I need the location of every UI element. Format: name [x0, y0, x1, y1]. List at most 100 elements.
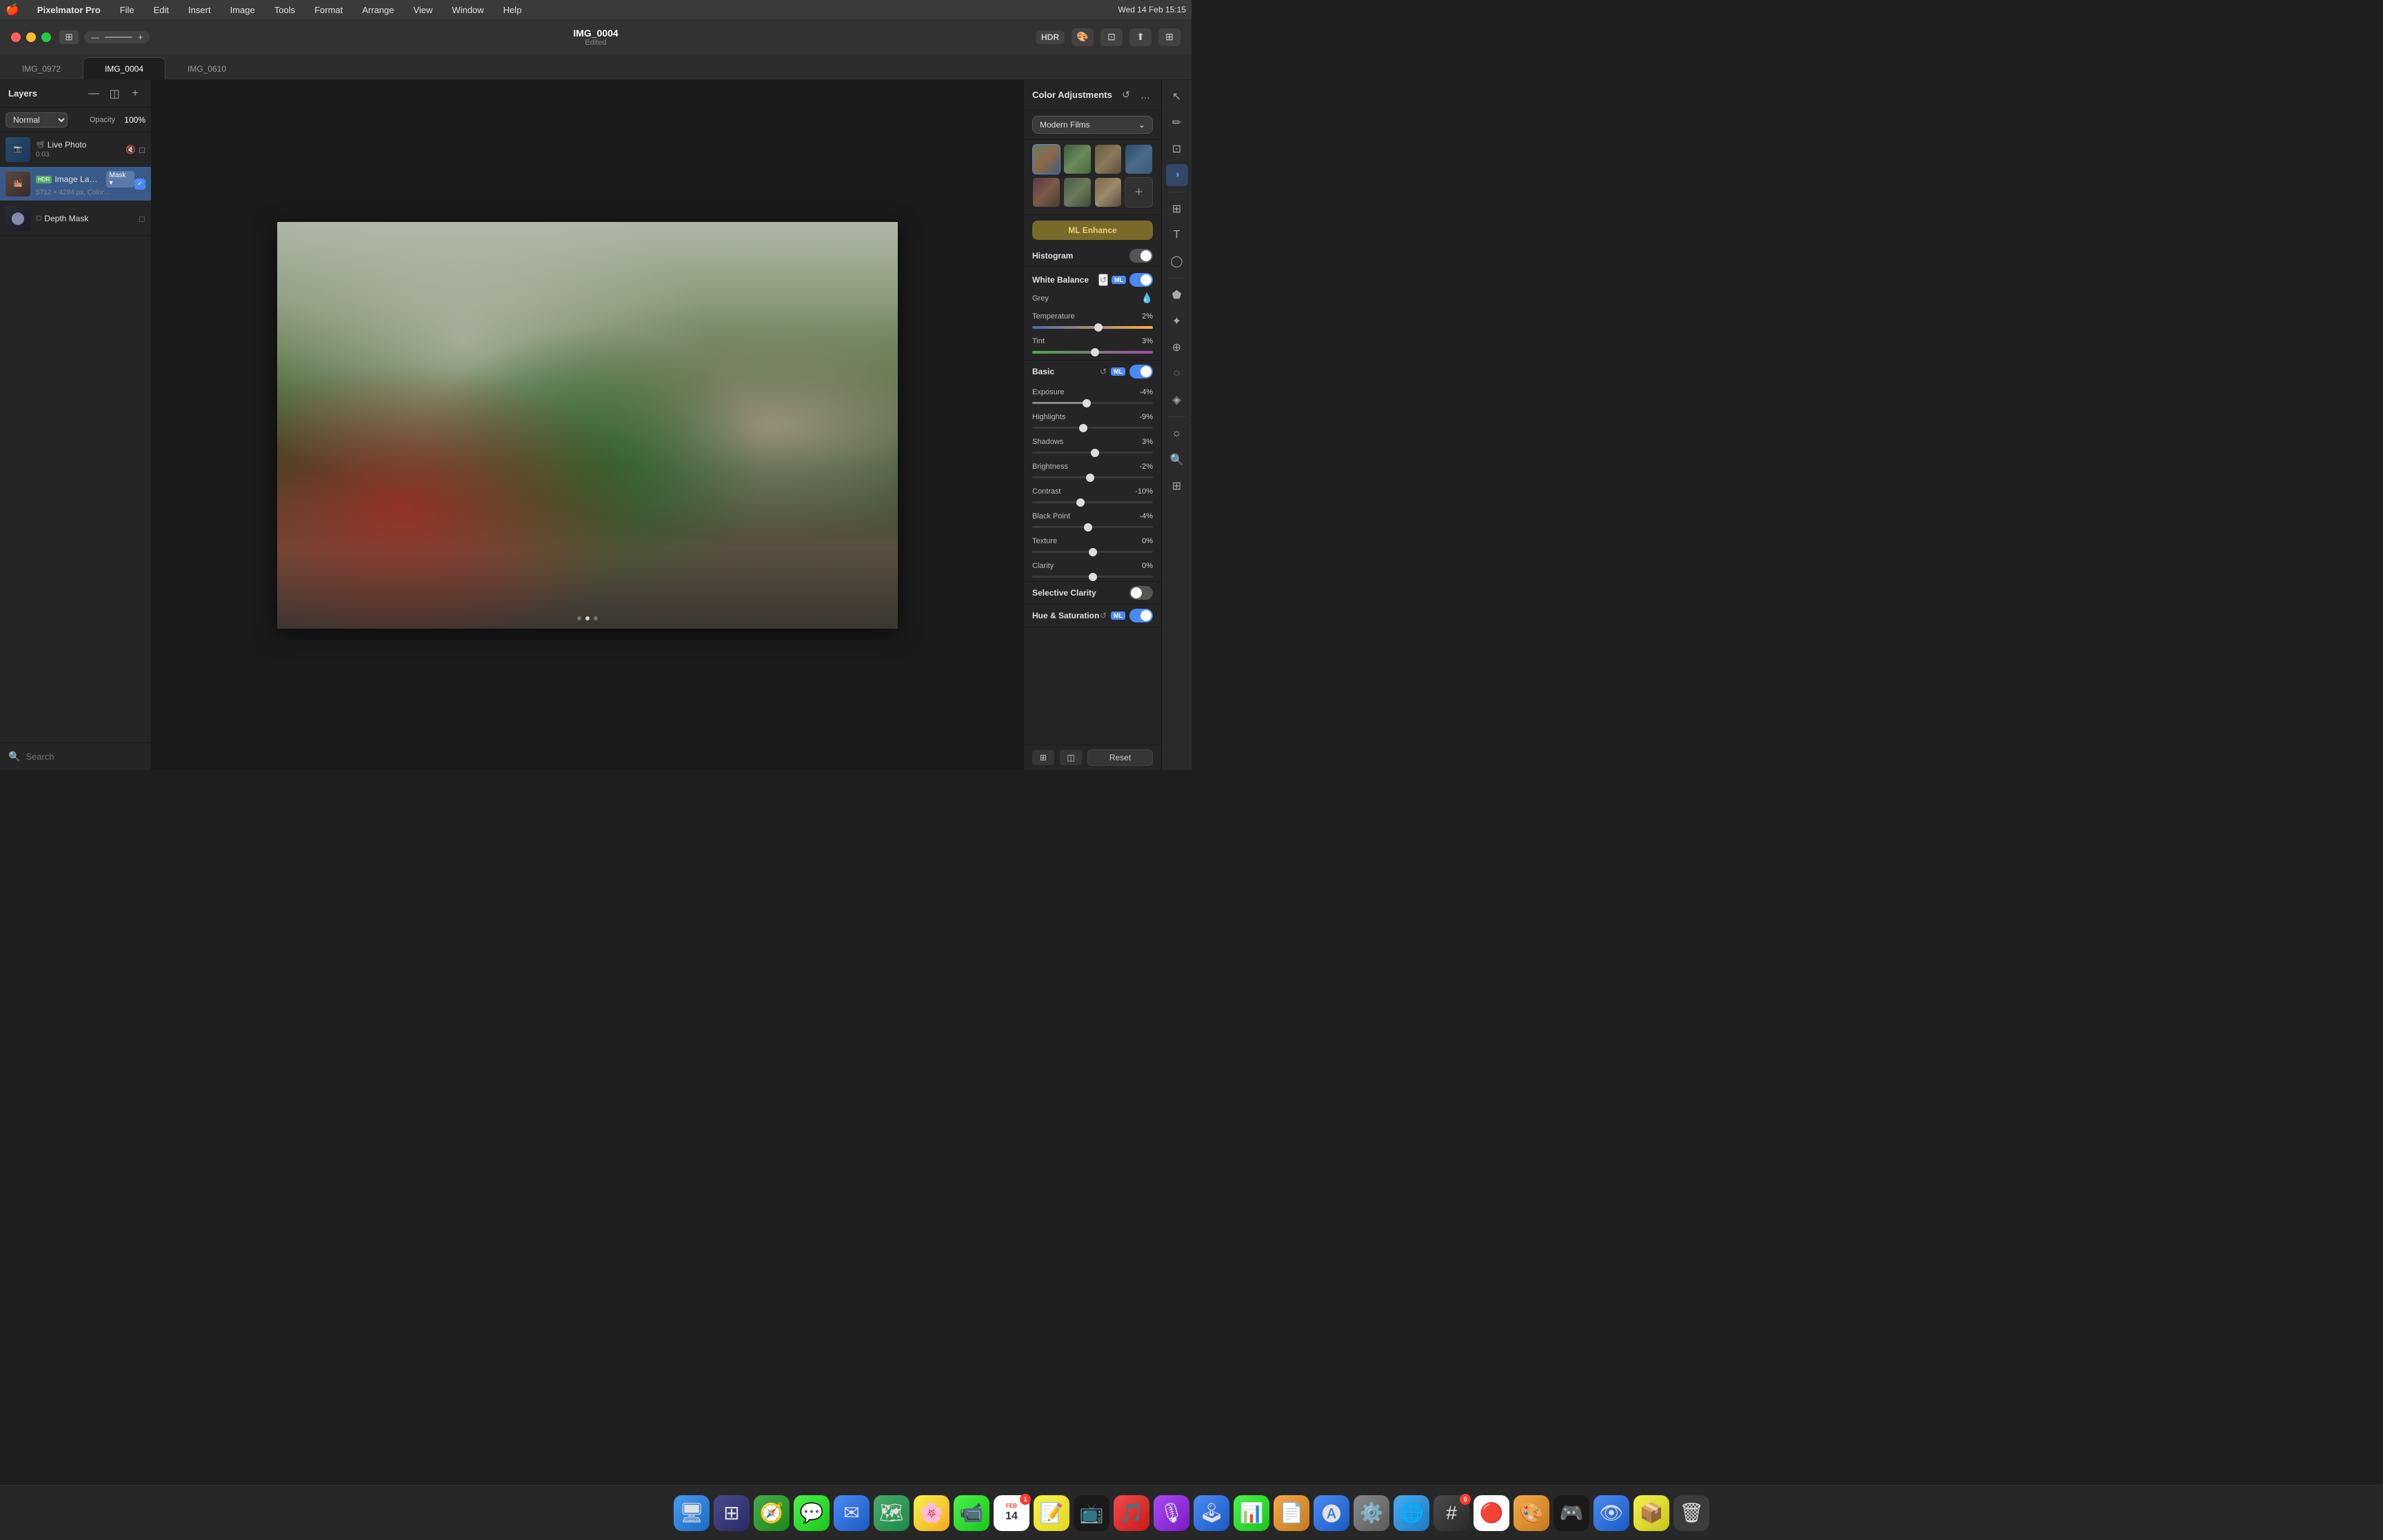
shadows-thumb[interactable]	[1091, 449, 1099, 457]
exposure-thumb[interactable]	[1083, 399, 1091, 407]
ml-enhance-button[interactable]: ML Enhance	[1032, 221, 1153, 240]
dodge-tool[interactable]: ☼	[1166, 423, 1188, 445]
preset-thumb-3[interactable]	[1094, 144, 1123, 174]
exposure-slider[interactable]	[1032, 402, 1153, 404]
more-options-button[interactable]: ⊞	[1158, 28, 1180, 46]
hue-sat-reset-btn[interactable]: ↺	[1100, 611, 1107, 620]
shadows-slider[interactable]	[1032, 452, 1153, 454]
color-adj-options-btn[interactable]: …	[1138, 88, 1153, 103]
preset-thumb-1[interactable]	[1032, 144, 1060, 174]
black-point-slider[interactable]	[1032, 526, 1153, 528]
brightness-slider[interactable]	[1032, 476, 1153, 478]
canvas-dot-2[interactable]	[585, 616, 590, 620]
layers-group-button[interactable]: ◫	[107, 86, 122, 101]
menu-file[interactable]: File	[116, 3, 139, 17]
zoom-control[interactable]: —+	[84, 31, 150, 43]
sharpen-tool[interactable]: ◈	[1166, 389, 1188, 411]
dock-systemprefs[interactable]: ⚙️	[1354, 1495, 1389, 1531]
menu-tools[interactable]: Tools	[270, 3, 299, 17]
dock-podcasts[interactable]: 🎙	[1154, 1495, 1189, 1531]
blur-tool[interactable]: ◌	[1166, 363, 1188, 385]
arrange-tool[interactable]: ⊞	[1166, 475, 1188, 497]
dock-edge[interactable]: 🌐	[1394, 1495, 1429, 1531]
color-profile-button[interactable]: 🎨	[1072, 28, 1094, 46]
hue-sat-toggle[interactable]	[1129, 609, 1153, 622]
dock-launchpad[interactable]: ⊞	[714, 1495, 750, 1531]
menu-view[interactable]: View	[409, 3, 436, 17]
dock-safari[interactable]: 🧭	[754, 1495, 790, 1531]
menu-window[interactable]: Window	[448, 3, 487, 17]
temperature-slider[interactable]	[1032, 326, 1153, 329]
maximize-button[interactable]	[41, 32, 51, 42]
layer-item-live-photo[interactable]: 📷 📽 Live Photo 0:03 🔇 ◻	[0, 132, 151, 167]
dock-calendar[interactable]: FEB 14 1	[994, 1495, 1029, 1531]
dock-pages[interactable]: 📄	[1274, 1495, 1309, 1531]
tab-img0610[interactable]: IMG_0610	[165, 57, 248, 79]
apple-menu[interactable]: 🍎	[6, 3, 19, 17]
dock-numbers[interactable]: 📊	[1234, 1495, 1269, 1531]
dock-facetime[interactable]: 📹	[954, 1495, 989, 1531]
dock-epicgames[interactable]: 🎮	[1554, 1495, 1589, 1531]
heal-tool[interactable]: ✦	[1166, 310, 1188, 332]
view-toggle-button[interactable]: ⊞	[1032, 750, 1054, 765]
preset-thumb-2[interactable]	[1063, 144, 1092, 174]
dock-messages[interactable]: 💬	[794, 1495, 829, 1531]
clone-tool[interactable]: ⊕	[1166, 336, 1188, 358]
app-name[interactable]: Pixelmator Pro	[33, 3, 105, 17]
tab-img0972[interactable]: IMG_0972	[0, 57, 83, 79]
layer-item-image-layer[interactable]: 🏙 HDR Image Layer Mask ▾ 5712 × 4284 px,…	[0, 167, 151, 201]
dock-maps[interactable]: 🗺	[874, 1495, 909, 1531]
shape-tool[interactable]: ◯	[1166, 250, 1188, 272]
contrast-thumb[interactable]	[1076, 498, 1085, 507]
share-button[interactable]: ⬆	[1129, 28, 1152, 46]
preset-dropdown[interactable]: Modern Films ⌄	[1032, 116, 1153, 134]
close-button[interactable]	[11, 32, 21, 42]
highlights-thumb[interactable]	[1079, 424, 1087, 432]
cursor-tool[interactable]: ↖	[1166, 85, 1188, 108]
color-adj-reset-btn[interactable]: ↺	[1118, 88, 1134, 103]
dock-trash[interactable]: 🗑	[1673, 1495, 1709, 1531]
tint-slider-thumb[interactable]	[1091, 348, 1099, 356]
black-point-thumb[interactable]	[1084, 523, 1092, 531]
dock-music[interactable]: 🎵	[1114, 1495, 1149, 1531]
layer-item-depth-mask[interactable]: ⬤ ◻ Depth Mask ◻	[0, 201, 151, 236]
menu-format[interactable]: Format	[310, 3, 347, 17]
layers-options-button[interactable]: —	[86, 86, 101, 101]
dock-slack[interactable]: # 5	[1434, 1495, 1469, 1531]
preset-thumb-7[interactable]	[1094, 177, 1123, 207]
grey-eyedropper-button[interactable]: 💧	[1141, 292, 1153, 304]
preset-add-button[interactable]: +	[1125, 177, 1153, 207]
menu-insert[interactable]: Insert	[184, 3, 215, 17]
depth-mask-options[interactable]: ◻	[139, 214, 145, 223]
dock-archiver[interactable]: 📦	[1633, 1495, 1669, 1531]
dock-preview[interactable]: 👁	[1593, 1495, 1629, 1531]
zoom-view-tool[interactable]: 🔍	[1166, 449, 1188, 471]
dock-pixelmator[interactable]: 🎨	[1514, 1495, 1549, 1531]
dock-finder[interactable]: 🖥	[674, 1495, 710, 1531]
basic-toggle[interactable]	[1129, 365, 1153, 378]
layer-visibility-icon[interactable]: 🔇	[125, 145, 136, 154]
menu-image[interactable]: Image	[226, 3, 259, 17]
menu-edit[interactable]: Edit	[150, 3, 173, 17]
type-tool[interactable]: T	[1166, 224, 1188, 246]
tint-slider[interactable]	[1032, 351, 1153, 354]
contrast-slider[interactable]	[1032, 501, 1153, 503]
sidebar-toggle-button[interactable]: ⊞	[59, 30, 79, 44]
preset-thumb-6[interactable]	[1063, 177, 1092, 207]
canvas-dot-1[interactable]	[577, 616, 581, 620]
temperature-slider-thumb[interactable]	[1094, 323, 1103, 332]
white-balance-reset-btn[interactable]: ↺	[1098, 274, 1108, 286]
minimize-button[interactable]	[26, 32, 36, 42]
preset-thumb-5[interactable]	[1032, 177, 1060, 207]
preset-thumb-4[interactable]	[1125, 144, 1153, 174]
mask-badge[interactable]: Mask ▾	[106, 171, 134, 188]
basic-reset-btn[interactable]: ↺	[1100, 367, 1107, 376]
dock-notes[interactable]: 📝	[1034, 1495, 1069, 1531]
crop-button[interactable]: ⊡	[1100, 28, 1123, 46]
color-adj-tool[interactable]: ◑	[1166, 164, 1188, 186]
white-balance-toggle[interactable]	[1129, 273, 1153, 287]
layer-check-icon[interactable]: ✓	[134, 179, 145, 190]
blend-mode-select[interactable]: Normal	[6, 112, 68, 128]
clarity-slider[interactable]	[1032, 576, 1153, 578]
dock-arcade[interactable]: 🕹	[1194, 1495, 1229, 1531]
